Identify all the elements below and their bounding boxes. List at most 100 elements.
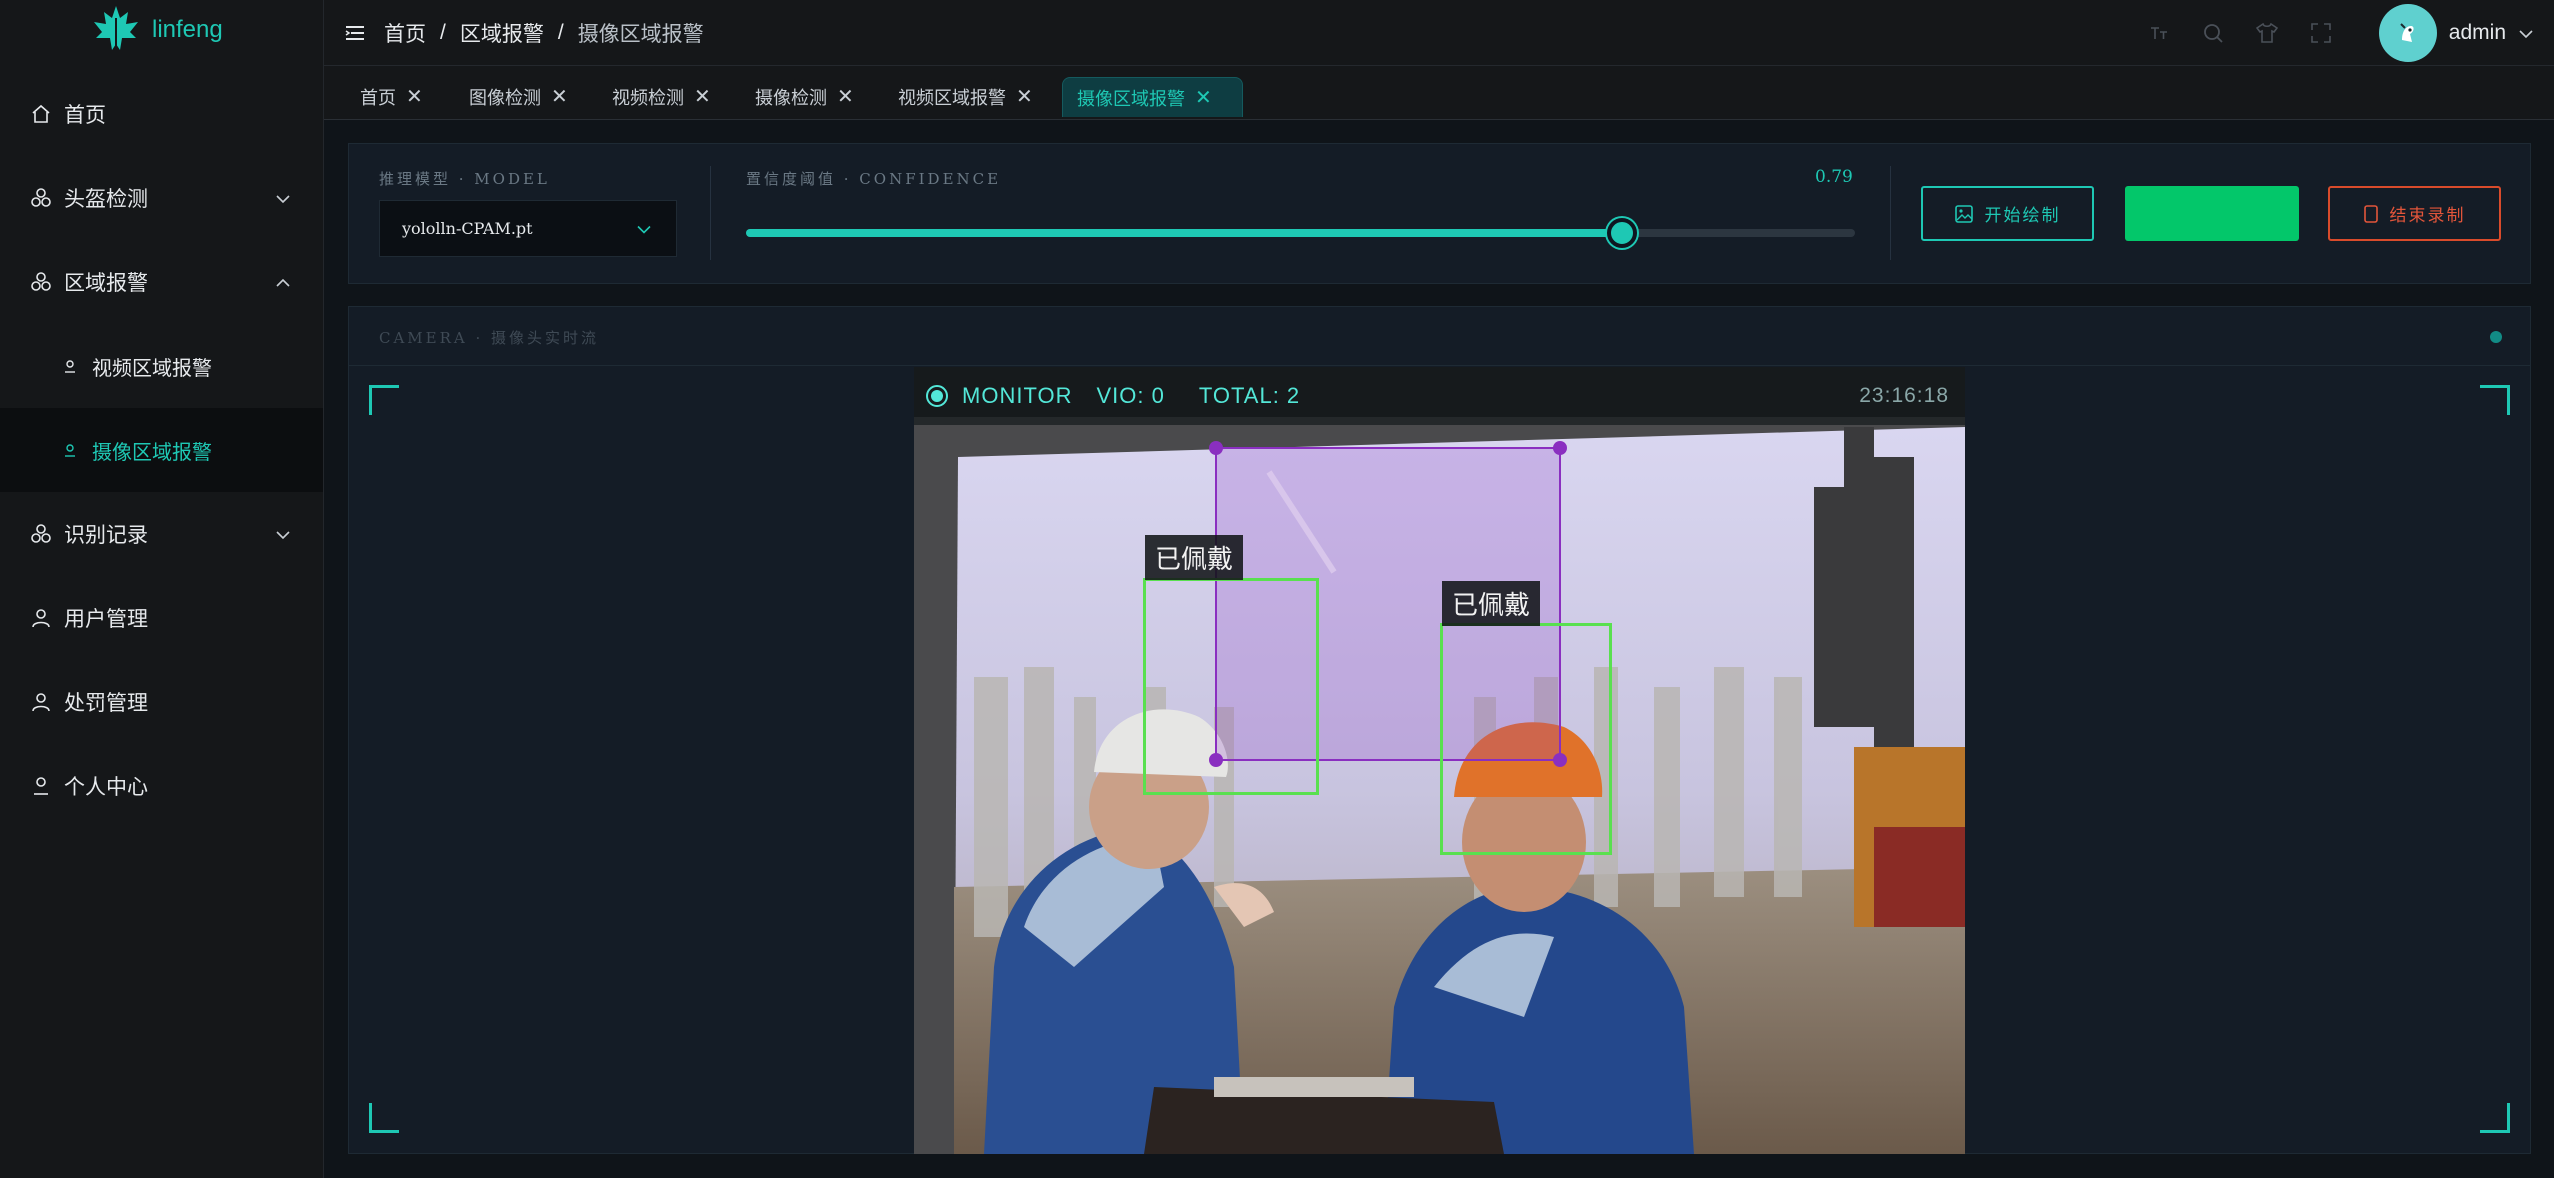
close-icon[interactable]: ✕ [406, 87, 423, 107]
sidebar-item-label: 头盔检测 [64, 188, 148, 211]
zone-vertex[interactable] [1553, 441, 1567, 455]
breadcrumb-home[interactable]: 首页 [384, 18, 426, 48]
start-draw-label: 开始绘制 [1984, 206, 2061, 226]
breadcrumb-area-alarm[interactable]: 区域报警 [460, 18, 544, 48]
hud-time: 23:16:18 [1859, 384, 1949, 407]
sidebar-item-penalties[interactable]: 处罚管理 [0, 660, 323, 744]
breadcrumb-separator: / [557, 20, 564, 44]
app-name: linfeng [152, 16, 223, 43]
sidebar-item-video-area-alarm[interactable]: 视频区域报警 [0, 324, 323, 408]
tab-camera-detection[interactable]: 摄像检测 ✕ [741, 77, 868, 117]
frame-corner [2480, 1103, 2510, 1133]
model-select[interactable]: yololln-CPAM.pt [379, 200, 677, 257]
confidence-value: 0.79 [1815, 167, 1853, 187]
sidebar-item-records[interactable]: 识别记录 [0, 492, 323, 576]
sidebar-item-area-alarm[interactable]: 区域报警 [0, 240, 323, 324]
sidebar-item-label: 用户管理 [64, 608, 148, 631]
confidence-caption: 置信度阈值 · CONFIDENCE [746, 170, 1002, 188]
close-icon[interactable]: ✕ [1195, 88, 1212, 108]
top-header: 首页 / 区域报警 / 摄像区域报警 admin [324, 0, 2554, 66]
detection-box [1440, 623, 1612, 855]
record-indicator-icon [926, 385, 948, 407]
sidebar-item-home[interactable]: 首页 [0, 72, 323, 156]
hud-violations: VIO: 0 [1096, 383, 1165, 408]
action-button[interactable] [2125, 186, 2299, 241]
tab-label: 摄像区域报警 [1077, 88, 1185, 109]
tab-home[interactable]: 首页 ✕ [346, 77, 437, 117]
sidebar-item-label: 个人中心 [64, 776, 148, 799]
user-menu[interactable]: admin [2363, 4, 2534, 62]
image-icon [1954, 204, 1973, 223]
frame-corner [369, 385, 399, 415]
camera-feed[interactable]: 已佩戴 已佩戴 MONITOR VIO: 0 TOTAL: 2 23:16:18 [914, 367, 1965, 1154]
tab-image-detection[interactable]: 图像检测 ✕ [455, 77, 582, 117]
close-icon[interactable]: ✕ [837, 87, 854, 107]
chevron-down-icon [636, 219, 652, 238]
sidebar-menu: 首页 头盔检测 区域报警 视频区域报警 摄像区域报警 识别记录 用户管理 处罚管… [0, 72, 323, 828]
user-icon [30, 607, 52, 629]
breadcrumb-current: 摄像区域报警 [577, 22, 704, 46]
theme-shirt-icon[interactable] [2255, 21, 2279, 45]
zone-vertex[interactable] [1209, 441, 1223, 455]
tab-video-detection[interactable]: 视频检测 ✕ [598, 77, 725, 117]
slider-fill [746, 229, 1623, 237]
close-icon[interactable]: ✕ [551, 87, 568, 107]
cluster-icon [30, 187, 52, 209]
font-size-icon[interactable] [2147, 21, 2171, 45]
fullscreen-icon[interactable] [2309, 21, 2333, 45]
username: admin [2448, 21, 2506, 44]
slider-thumb[interactable] [1607, 218, 1638, 248]
hud-monitor: MONITOR [962, 383, 1073, 408]
monitor-hud: MONITOR VIO: 0 TOTAL: 2 23:16:18 [914, 367, 1965, 425]
tab-camera-area-alarm[interactable]: 摄像区域报警 ✕ [1062, 77, 1243, 117]
detection-label: 已佩戴 [1442, 581, 1541, 626]
divider [1890, 166, 1891, 260]
frame-corner [2480, 385, 2510, 415]
chevron-down-icon [275, 186, 291, 210]
sidebar-item-label: 摄像区域报警 [92, 441, 212, 464]
maple-leaf-logo-icon [90, 4, 142, 56]
model-caption: 推理模型 · MODEL [379, 170, 550, 188]
stop-record-button[interactable]: 结束录制 [2328, 186, 2501, 241]
tab-label: 视频检测 [612, 88, 684, 108]
close-icon[interactable]: ✕ [1016, 87, 1033, 107]
start-draw-button[interactable]: 开始绘制 [1921, 186, 2094, 241]
chevron-up-icon [275, 270, 291, 294]
sidebar-item-label: 首页 [64, 104, 106, 127]
control-panel: 推理模型 · MODEL yololln-CPAM.pt 置信度阈值 · CON… [348, 143, 2531, 284]
user-small-icon [62, 358, 78, 374]
tab-label: 摄像检测 [755, 88, 827, 108]
header-actions: admin [2147, 0, 2534, 66]
sidebar-item-label: 视频区域报警 [92, 357, 212, 380]
tab-bar: 首页 ✕ 图像检测 ✕ 视频检测 ✕ 摄像检测 ✕ 视频区域报警 ✕ 摄像区域报警 ✕ [324, 66, 2554, 120]
frame-corner [369, 1103, 399, 1133]
tab-video-area-alarm[interactable]: 视频区域报警 ✕ [884, 77, 1047, 117]
detection-label: 已佩戴 [1145, 535, 1244, 580]
cluster-icon [30, 271, 52, 293]
chevron-down-icon [2518, 21, 2534, 45]
user-icon [30, 775, 52, 797]
confidence-slider[interactable] [746, 218, 1855, 248]
sidebar-item-users[interactable]: 用户管理 [0, 576, 323, 660]
sidebar-item-profile[interactable]: 个人中心 [0, 744, 323, 828]
divider [710, 166, 711, 260]
tab-label: 图像检测 [469, 88, 541, 108]
detection-box [1143, 578, 1319, 795]
sidebar-item-label: 区域报警 [64, 272, 148, 295]
menu-toggle-icon[interactable] [344, 22, 366, 44]
tab-label: 视频区域报警 [898, 88, 1006, 108]
sidebar-item-helmet-detection[interactable]: 头盔检测 [0, 156, 323, 240]
close-icon[interactable]: ✕ [694, 87, 711, 107]
user-small-icon [62, 442, 78, 458]
status-dot [2490, 331, 2502, 343]
hud-total: TOTAL: 2 [1198, 383, 1301, 408]
chevron-down-icon [275, 522, 291, 546]
logo[interactable]: linfeng [0, 0, 323, 60]
model-value: yololln-CPAM.pt [402, 219, 533, 238]
cluster-icon [30, 523, 52, 545]
search-icon[interactable] [2201, 21, 2225, 45]
sidebar-item-label: 识别记录 [64, 524, 148, 547]
sidebar-item-camera-area-alarm[interactable]: 摄像区域报警 [0, 408, 323, 492]
breadcrumb-separator: / [440, 20, 446, 44]
stop-icon [2363, 204, 2378, 223]
